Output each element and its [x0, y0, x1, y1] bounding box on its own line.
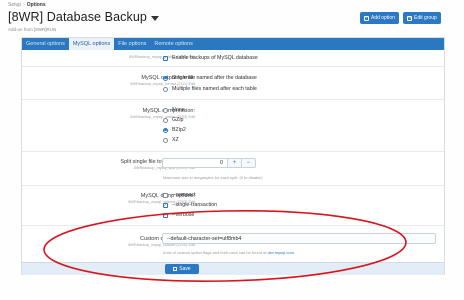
compression-radio-xz[interactable]: XZ — [163, 137, 179, 143]
output-format-radio-single[interactable]: Single file named after the database — [163, 75, 257, 81]
output-format-radio-multiple[interactable]: Multiple files named after each table — [163, 86, 257, 92]
split-size-input[interactable]: 0 — [163, 160, 227, 166]
add-option-label: Add option — [371, 15, 395, 21]
chevron-down-icon[interactable] — [150, 15, 159, 21]
plus-icon: + — [364, 15, 369, 21]
page-title: [8WR] Database Backup — [8, 10, 147, 24]
row-divider — [22, 225, 444, 226]
increment-button[interactable]: + — [227, 159, 241, 167]
compression-option-label: GZip — [172, 117, 184, 123]
checkbox-checked-icon: ✓ — [163, 54, 168, 61]
breadcrumb: Setup › Options — [8, 2, 46, 8]
dump-option-single-transaction[interactable]: ✓ --single-transaction — [163, 202, 217, 208]
custom-dump-hint-text: A list of custom option flags and their … — [163, 250, 267, 255]
tab-general-options[interactable]: General options — [22, 38, 69, 50]
edit-group-label: Edit group — [414, 15, 437, 21]
radio-unselected-icon — [163, 137, 168, 143]
form-submit-bar — [22, 262, 444, 275]
dump-option-label: --verbose — [172, 212, 195, 218]
compression-radio-gzip[interactable]: GZip — [163, 117, 183, 123]
dump-option-label: --single-transaction — [172, 202, 218, 208]
checkbox-unchecked-icon — [163, 192, 168, 198]
radio-selected-icon — [163, 75, 168, 81]
compression-option-label: XZ — [172, 137, 179, 143]
save-disk-icon — [173, 267, 178, 271]
tab-remote-options[interactable]: Remote options — [150, 38, 197, 50]
row-divider — [22, 185, 444, 186]
page-title-row: [8WR] Database Backup — [8, 10, 159, 24]
row-divider — [22, 99, 444, 100]
radio-unselected-icon — [163, 86, 168, 92]
tab-bar: General options MySQL options File optio… — [22, 38, 444, 50]
dump-option-label: --compact — [172, 192, 196, 198]
output-format-option-label: Multiple files named after each table — [172, 86, 257, 92]
dump-option-compact[interactable]: --compact — [163, 192, 196, 198]
compression-option-label: None — [172, 107, 185, 113]
compression-option-label: BZip2 — [172, 127, 186, 133]
radio-unselected-icon — [163, 117, 168, 123]
compression-edit-link[interactable]: Edit — [188, 115, 195, 119]
compression-radio-none[interactable]: None — [163, 107, 185, 113]
checkbox-checked-icon: ✓ — [163, 201, 168, 208]
add-option-button[interactable]: + Add option — [360, 12, 399, 24]
row-divider — [22, 66, 444, 67]
options-page: Setup › Options [8WR] Database Backup Ad… — [0, 0, 464, 300]
save-button[interactable]: Save — [165, 264, 199, 274]
dump-option-verbose[interactable]: ✓ --verbose — [163, 212, 194, 218]
mysql-docs-link[interactable]: dev.mysql.com — [268, 250, 294, 255]
edit-group-button[interactable]: ✎ Edit group — [403, 12, 441, 24]
tab-mysql-options[interactable]: MySQL options — [68, 38, 115, 50]
pencil-icon: ✎ — [407, 15, 412, 21]
split-size-stepper: 0 + − — [162, 158, 256, 168]
output-format-option-label: Single file named after the database — [172, 75, 257, 81]
enable-backup-text: Enable backups of MySQL database — [172, 55, 258, 61]
breadcrumb-options[interactable]: Options — [27, 2, 46, 8]
tab-file-options[interactable]: File options — [114, 38, 150, 50]
breadcrumb-separator: › — [23, 2, 25, 8]
custom-dump-input[interactable]: --default-character-set=utf8mb4 — [162, 233, 436, 244]
addon-source: Add-on from [8WR]RUN — [8, 27, 57, 32]
row-divider — [22, 151, 444, 152]
breadcrumb-setup[interactable]: Setup — [8, 2, 21, 8]
split-hint: Maximum size in megabytes for each split… — [163, 175, 263, 180]
compression-radio-bzip2[interactable]: BZip2 — [163, 127, 186, 133]
radio-selected-icon — [163, 127, 168, 133]
custom-dump-hint: A list of custom option flags and their … — [163, 250, 294, 255]
save-label: Save — [179, 266, 191, 272]
enable-backup-checkbox[interactable]: ✓ Enable backups of MySQL database — [163, 55, 258, 61]
radio-unselected-icon — [163, 107, 168, 113]
checkbox-checked-icon: ✓ — [163, 211, 168, 218]
decrement-button[interactable]: − — [241, 159, 255, 167]
